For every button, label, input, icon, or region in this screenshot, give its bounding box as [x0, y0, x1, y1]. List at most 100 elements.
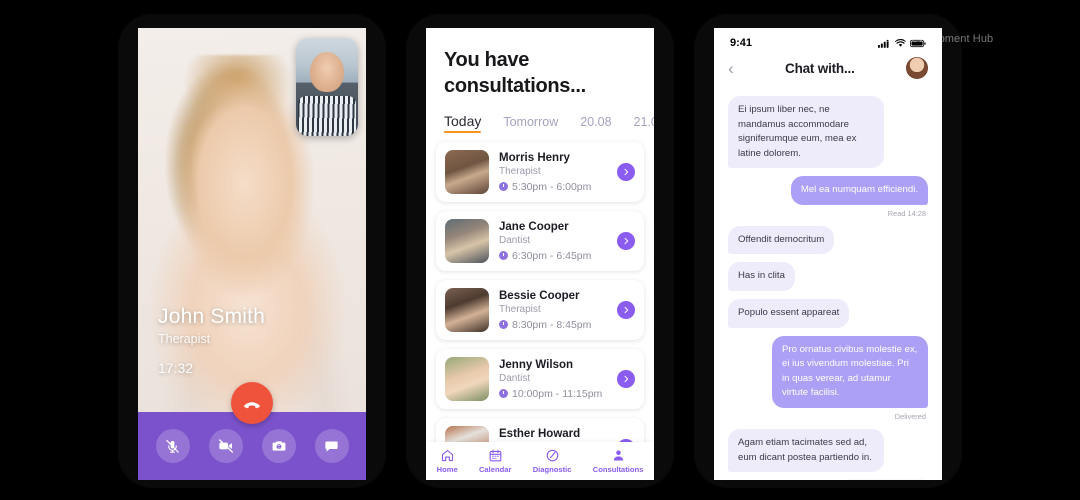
doctor-name: Bessie Cooper — [499, 289, 580, 302]
message-status: Delivered — [894, 411, 926, 421]
chat-title: Chat with... — [785, 60, 855, 76]
date-tabs: Today Tomorrow 20.08 21.08 — [444, 113, 654, 134]
consultation-list[interactable]: Morris Henry Therapist 5:30pm - 6:00pm J… — [426, 136, 654, 442]
person-icon — [613, 450, 623, 461]
camera-icon — [272, 441, 285, 451]
nav-item-home[interactable]: Home — [437, 448, 458, 474]
message-row: Offendit democritum — [728, 225, 928, 255]
video-call-screen: John Smith Therapist 17:32 — [138, 28, 366, 480]
appointment-time: 5:30pm - 6:00pm — [499, 181, 607, 193]
phone-chat: 9:41 ‹ Chat with... Ei ipsum liber nec, … — [694, 14, 962, 488]
cellular-signal-icon — [878, 39, 889, 48]
doctor-name: Esther Howard — [499, 427, 581, 440]
phone-down-icon — [244, 402, 260, 409]
nav-item-calendar[interactable]: Calendar — [478, 448, 512, 474]
battery-icon — [910, 39, 926, 47]
clock-icon — [499, 251, 508, 260]
wifi-icon — [895, 38, 906, 47]
mic-muted-icon — [166, 439, 179, 453]
consultation-card[interactable]: Esther Howard Nurse 16:30pm - 16:45pm — [436, 418, 644, 442]
message-bubble-incoming: Has in clita — [728, 262, 795, 292]
avatar — [445, 219, 489, 263]
avatar — [445, 426, 489, 442]
appointment-time: 10:00pm - 11:15pm — [499, 388, 607, 400]
avatar[interactable] — [906, 57, 928, 79]
stop-video-button[interactable] — [208, 429, 243, 463]
status-time: 9:41 — [730, 37, 753, 49]
status-bar: 9:41 — [714, 28, 942, 49]
clock-icon — [499, 182, 508, 191]
nav-label: Consultations — [592, 465, 644, 474]
avatar — [445, 357, 489, 401]
doctor-name: Jane Cooper — [499, 220, 569, 233]
home-icon — [441, 449, 453, 462]
tab-today[interactable]: Today — [444, 113, 482, 134]
doctor-name: Jenny Wilson — [499, 358, 574, 371]
avatar — [445, 288, 489, 332]
message-bubble-incoming: Agam etiam tacimates sed ad, eum dicant … — [728, 428, 884, 473]
doctor-name: Morris Henry — [499, 151, 570, 164]
consultation-card[interactable]: Jane Cooper Dantist 6:30pm - 6:45pm — [436, 211, 644, 271]
tab-2108[interactable]: 21.08 — [634, 115, 654, 133]
call-duration: 17:32 — [158, 360, 194, 376]
message-row: Ei ipsum liber nec, ne mandamus accommod… — [728, 96, 928, 169]
chat-bubble-icon — [325, 441, 338, 452]
chat-header: ‹ Chat with... — [714, 49, 942, 89]
bottom-navigation: Home Calendar Diagnostic Consultations — [426, 442, 654, 480]
message-bubble-incoming: Populo essent appareat — [728, 299, 850, 328]
mute-mic-button[interactable] — [155, 429, 190, 463]
chevron-right-icon — [624, 168, 629, 176]
consultations-screen: You have consultations... Today Tomorrow… — [426, 28, 654, 480]
appointment-time: 8:30pm - 8:45pm — [499, 319, 607, 331]
message-row: Mel ea numquam efficiendi. — [728, 176, 928, 205]
message-row: Pro ornatus civibus molestie ex, ei ius … — [728, 335, 928, 408]
open-consultation-button[interactable] — [617, 301, 635, 319]
chat-screen: 9:41 ‹ Chat with... Ei ipsum liber nec, … — [714, 28, 942, 480]
calendar-icon — [489, 449, 502, 462]
chevron-right-icon — [624, 375, 629, 383]
chat-button[interactable] — [314, 429, 349, 463]
chevron-right-icon — [624, 306, 629, 314]
doctor-role: Dantist — [499, 372, 531, 384]
open-consultation-button[interactable] — [617, 163, 635, 181]
status-icons — [878, 38, 926, 48]
consultation-card[interactable]: Bessie Cooper Therapist 8:30pm - 8:45pm — [436, 280, 644, 340]
nav-item-consultations[interactable]: Consultations — [592, 448, 644, 474]
avatar — [445, 150, 489, 194]
open-consultation-button[interactable] — [617, 370, 635, 388]
nav-label: Diagnostic — [532, 465, 572, 474]
doctor-role: Dantist — [499, 234, 531, 246]
message-row: Populo essent appareat — [728, 299, 928, 328]
flip-camera-button[interactable] — [261, 429, 296, 463]
message-bubble-incoming: Offendit democritum — [728, 225, 835, 255]
doctor-role: Therapist — [499, 303, 541, 315]
doctor-role: Therapist — [499, 165, 541, 177]
message-row: Has in clita — [728, 262, 928, 292]
tab-tomorrow[interactable]: Tomorrow — [503, 115, 558, 133]
consultation-card[interactable]: Jenny Wilson Dantist 10:00pm - 11:15pm — [436, 349, 644, 409]
diagnostic-icon — [546, 449, 558, 462]
phone-consultations: You have consultations... Today Tomorrow… — [406, 14, 674, 488]
self-view-video[interactable] — [296, 38, 358, 136]
tab-2008[interactable]: 20.08 — [580, 115, 611, 133]
caller-name: John Smith — [158, 305, 266, 328]
consultation-card[interactable]: Morris Henry Therapist 5:30pm - 6:00pm — [436, 142, 644, 202]
mockup-stage: John Smith Therapist 17:32 You have cons… — [0, 0, 1080, 500]
clock-icon — [499, 320, 508, 329]
nav-label: Home — [436, 465, 458, 474]
back-icon[interactable]: ‹ — [728, 60, 734, 77]
message-bubble-outgoing: Mel ea numquam efficiendi. — [790, 176, 928, 205]
message-list[interactable]: Ei ipsum liber nec, ne mandamus accommod… — [714, 92, 942, 480]
nav-item-diagnostic[interactable]: Diagnostic — [533, 448, 572, 474]
message-bubble-outgoing: Pro ornatus civibus molestie ex, ei ius … — [772, 335, 928, 408]
appointment-time: 6:30pm - 6:45pm — [499, 250, 607, 262]
clock-icon — [499, 389, 508, 398]
message-bubble-incoming: Ei ipsum liber nec, ne mandamus accommod… — [728, 96, 884, 169]
video-off-icon — [218, 439, 233, 453]
hang-up-button[interactable] — [231, 382, 273, 424]
caller-info: John Smith Therapist 17:32 — [158, 305, 265, 376]
message-status: Read 14:28 — [887, 208, 926, 218]
phone-video-call: John Smith Therapist 17:32 — [118, 14, 386, 488]
nav-label: Calendar — [478, 465, 512, 474]
open-consultation-button[interactable] — [617, 232, 635, 250]
